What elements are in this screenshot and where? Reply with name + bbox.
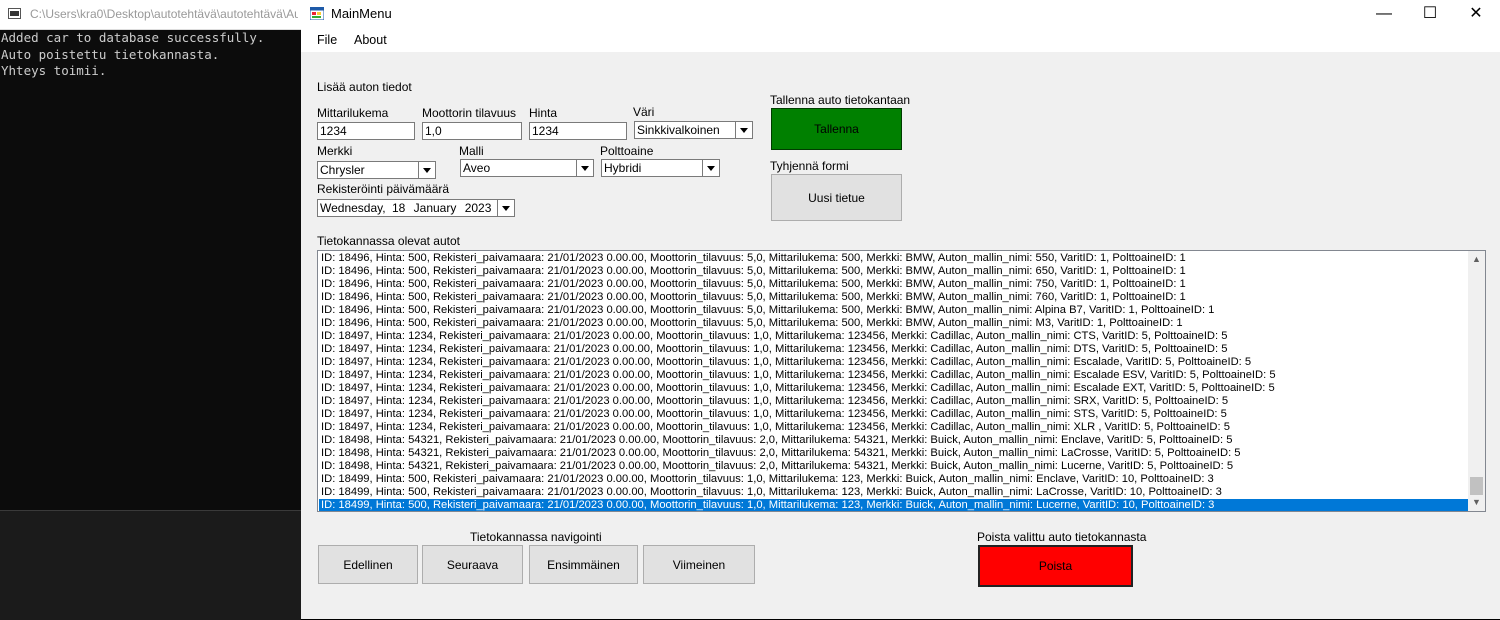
polttoaine-value: Hybridi bbox=[604, 161, 642, 175]
date-day[interactable]: 18 bbox=[392, 201, 405, 215]
list-item[interactable]: ID: 18496, Hinta: 500, Rekisteri_paivama… bbox=[319, 265, 1468, 278]
console-line: Yhteys toimii. bbox=[1, 63, 107, 78]
list-item[interactable]: ID: 18498, Hinta: 54321, Rekisteri_paiva… bbox=[319, 460, 1468, 473]
menu-about[interactable]: About bbox=[354, 33, 387, 47]
mittarilukema-input[interactable]: 1234 bbox=[317, 122, 415, 140]
scrollbar-thumb[interactable] bbox=[1470, 477, 1483, 495]
new-record-button[interactable]: Uusi tietue bbox=[771, 174, 902, 221]
console-line: Auto poistettu tietokannasta. bbox=[1, 46, 220, 62]
polttoaine-dropdown[interactable]: Hybridi bbox=[601, 159, 720, 177]
moottorin-tilavuus-input[interactable]: 1,0 bbox=[422, 122, 522, 140]
console-window: C:\Users\kra0\Desktop\autotehtävä\autote… bbox=[0, 0, 301, 620]
window-titlebar[interactable]: MainMenu — ☐ ✕ bbox=[301, 0, 1500, 28]
nav-label: Tietokannassa navigointi bbox=[470, 530, 602, 544]
date-weekday[interactable]: Wednesday, bbox=[320, 201, 386, 215]
list-item[interactable]: ID: 18497, Hinta: 1234, Rekisteri_paivam… bbox=[319, 421, 1468, 434]
scroll-down-icon[interactable]: ▼ bbox=[1468, 494, 1485, 511]
merkki-value: Chrysler bbox=[320, 163, 365, 177]
list-item[interactable]: ID: 18496, Hinta: 500, Rekisteri_paivama… bbox=[319, 317, 1468, 330]
rekisterointi-label: Rekisteröinti päivämäärä bbox=[317, 182, 450, 196]
list-item[interactable]: ID: 18497, Hinta: 1234, Rekisteri_paivam… bbox=[319, 408, 1468, 421]
vari-label: Väri bbox=[633, 105, 655, 119]
delete-label: Poista valittu auto tietokannasta bbox=[977, 530, 1147, 544]
app-icon bbox=[310, 7, 324, 20]
list-rows: ID: 18496, Hinta: 500, Rekisteri_paivama… bbox=[319, 252, 1468, 511]
list-item[interactable]: ID: 18499, Hinta: 500, Rekisteri_paivama… bbox=[319, 486, 1468, 499]
mittarilukema-label: Mittarilukema bbox=[317, 106, 389, 120]
console-titlebar[interactable]: C:\Users\kra0\Desktop\autotehtävä\autote… bbox=[0, 0, 301, 30]
list-item-selected[interactable]: ID: 18499, Hinta: 500, Rekisteri_paivama… bbox=[319, 499, 1468, 511]
console-icon bbox=[8, 8, 21, 19]
chevron-down-icon[interactable] bbox=[735, 122, 752, 138]
vari-value: Sinkkivalkoinen bbox=[637, 123, 720, 137]
malli-value: Aveo bbox=[463, 161, 491, 175]
menu-file[interactable]: File bbox=[317, 33, 337, 47]
chevron-down-icon[interactable] bbox=[576, 160, 593, 176]
next-button[interactable]: Seuraava bbox=[422, 545, 523, 584]
rekisterointi-datepicker[interactable]: Wednesday, 18 January 2023 bbox=[317, 199, 515, 217]
list-item[interactable]: ID: 18497, Hinta: 1234, Rekisteri_paivam… bbox=[319, 395, 1468, 408]
list-title: Tietokannassa olevat autot bbox=[317, 234, 460, 248]
merkki-label: Merkki bbox=[317, 144, 353, 158]
chevron-down-icon[interactable] bbox=[418, 162, 435, 178]
previous-button[interactable]: Edellinen bbox=[318, 545, 418, 584]
maximize-icon[interactable]: ☐ bbox=[1407, 0, 1453, 28]
list-item[interactable]: ID: 18497, Hinta: 1234, Rekisteri_paivam… bbox=[319, 330, 1468, 343]
hinta-input[interactable]: 1234 bbox=[529, 122, 627, 140]
clear-label: Tyhjennä formi bbox=[770, 159, 849, 173]
console-title: C:\Users\kra0\Desktop\autotehtävä\autote… bbox=[30, 7, 298, 21]
list-scrollbar[interactable]: ▲ ▼ bbox=[1468, 251, 1485, 511]
calendar-dropdown-icon[interactable] bbox=[497, 200, 514, 216]
vari-dropdown[interactable]: Sinkkivalkoinen bbox=[634, 121, 753, 139]
save-label: Tallenna auto tietokantaan bbox=[770, 93, 911, 107]
window-title: MainMenu bbox=[331, 6, 392, 21]
list-item[interactable]: ID: 18498, Hinta: 54321, Rekisteri_paiva… bbox=[319, 434, 1468, 447]
console-lower-area bbox=[0, 510, 301, 620]
main-window: MainMenu — ☐ ✕ File About Lisää auton ti… bbox=[301, 0, 1500, 619]
minimize-icon[interactable]: — bbox=[1361, 0, 1407, 28]
date-year[interactable]: 2023 bbox=[465, 201, 492, 215]
list-item[interactable]: ID: 18496, Hinta: 500, Rekisteri_paivama… bbox=[319, 304, 1468, 317]
list-item[interactable]: ID: 18499, Hinta: 500, Rekisteri_paivama… bbox=[319, 473, 1468, 486]
list-item[interactable]: ID: 18496, Hinta: 500, Rekisteri_paivama… bbox=[319, 278, 1468, 291]
list-item[interactable]: ID: 18497, Hinta: 1234, Rekisteri_paivam… bbox=[319, 343, 1468, 356]
console-line: Added car to database successfully. bbox=[1, 30, 265, 45]
cars-listbox[interactable]: ID: 18496, Hinta: 500, Rekisteri_paivama… bbox=[317, 250, 1486, 512]
form-section-title: Lisää auton tiedot bbox=[317, 80, 412, 94]
list-item[interactable]: ID: 18497, Hinta: 1234, Rekisteri_paivam… bbox=[319, 369, 1468, 382]
merkki-dropdown[interactable]: Chrysler bbox=[317, 161, 436, 179]
scroll-up-icon[interactable]: ▲ bbox=[1468, 251, 1485, 268]
list-item[interactable]: ID: 18497, Hinta: 1234, Rekisteri_paivam… bbox=[319, 382, 1468, 395]
date-month[interactable]: January bbox=[414, 201, 457, 215]
delete-button[interactable]: Poista bbox=[978, 545, 1133, 587]
hinta-label: Hinta bbox=[529, 106, 558, 120]
list-item[interactable]: ID: 18498, Hinta: 54321, Rekisteri_paiva… bbox=[319, 447, 1468, 460]
close-icon[interactable]: ✕ bbox=[1453, 0, 1499, 28]
polttoaine-label: Polttoaine bbox=[600, 144, 654, 158]
menu-bar: File About bbox=[301, 28, 1500, 53]
list-item[interactable]: ID: 18496, Hinta: 500, Rekisteri_paivama… bbox=[319, 252, 1468, 265]
list-item[interactable]: ID: 18496, Hinta: 500, Rekisteri_paivama… bbox=[319, 291, 1468, 304]
malli-dropdown[interactable]: Aveo bbox=[460, 159, 594, 177]
save-button[interactable]: Tallenna bbox=[771, 108, 902, 150]
malli-label: Malli bbox=[459, 144, 484, 158]
list-item[interactable]: ID: 18497, Hinta: 1234, Rekisteri_paivam… bbox=[319, 356, 1468, 369]
last-button[interactable]: Viimeinen bbox=[643, 545, 755, 584]
first-button[interactable]: Ensimmäinen bbox=[529, 545, 638, 584]
chevron-down-icon[interactable] bbox=[702, 160, 719, 176]
moottorin-tilavuus-label: Moottorin tilavuus bbox=[422, 106, 517, 120]
console-output: Added car to database successfully. Auto … bbox=[1, 30, 264, 80]
